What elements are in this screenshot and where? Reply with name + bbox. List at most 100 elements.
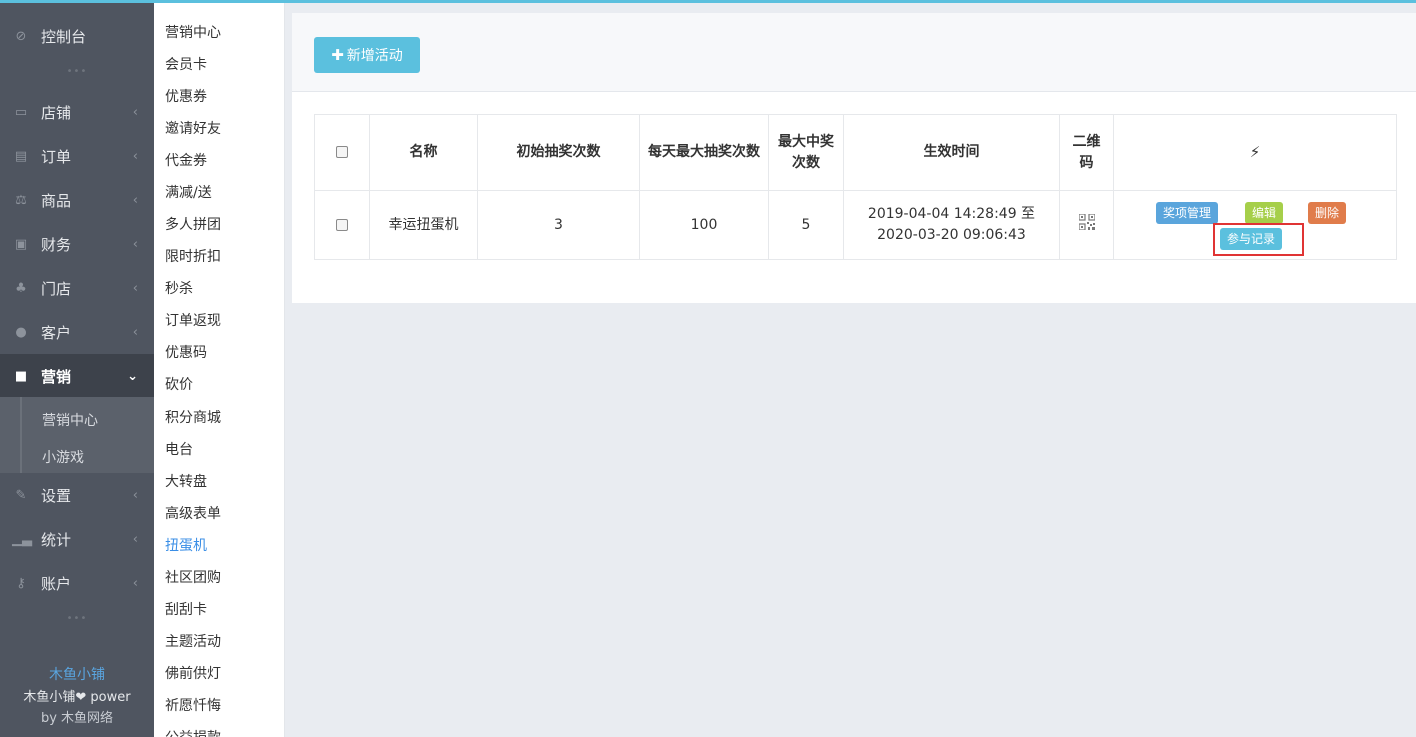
sidebar-item-products[interactable]: ⚖ 商品 ‹ <box>0 178 154 222</box>
submenu-item[interactable]: 订单返现 <box>165 310 221 330</box>
prize-management-button[interactable]: 奖项管理 <box>1156 202 1219 224</box>
sidebar-item-account[interactable]: ⚷ 账户 ‹ <box>0 561 154 605</box>
chevron-left-icon: ‹ <box>132 148 138 164</box>
sidebar-item-dashboard[interactable]: ⊘ 控制台 <box>0 14 154 58</box>
col-header-effective-time: 生效时间 <box>843 114 1060 191</box>
col-header-max-wins: 最大中奖次数 <box>768 114 844 191</box>
cell-effective-time: 2019-04-04 14:28:49 至 2020-03-20 09:06:4… <box>843 190 1060 260</box>
sidebar-subitem-mini-games[interactable]: 小游戏 <box>42 447 84 467</box>
sidebar-item-statistics[interactable]: ▁▃ 统计 ‹ <box>0 517 154 561</box>
sidebar-item-label: 订单 <box>41 147 72 166</box>
sidebar-item-finance[interactable]: ▣ 财务 ‹ <box>0 222 154 266</box>
sidebar-item-label: 客户 <box>41 323 72 342</box>
scale-icon: ⚖ <box>15 192 27 208</box>
sidebar-item-label: 账户 <box>41 574 72 593</box>
time-start: 2019-04-04 14:28:49 至 <box>867 206 1036 222</box>
time-end: 2020-03-20 09:06:43 <box>877 227 1026 243</box>
users-icon: ● <box>15 324 27 340</box>
submenu-item[interactable]: 优惠券 <box>165 86 207 106</box>
submenu-item[interactable]: 高级表单 <box>165 503 221 523</box>
sidebar-item-label: 设置 <box>41 486 72 505</box>
submenu-item[interactable]: 营销中心 <box>165 22 221 42</box>
row-checkbox[interactable] <box>336 218 348 231</box>
table-header-row: 名称 初始抽奖次数 每天最大抽奖次数 最大中奖次数 生效时间 二维码 ⚡ <box>314 114 1397 191</box>
plus-icon: ✚ <box>331 46 344 64</box>
submenu-item[interactable]: 公益捐款 <box>165 727 221 737</box>
sidebar-divider-dots: ••• <box>66 66 88 77</box>
col-header-initial-draws: 初始抽奖次数 <box>477 114 640 191</box>
key-icon: ⚷ <box>16 575 26 591</box>
chevron-left-icon: ‹ <box>132 324 138 340</box>
sidebar-item-label: 门店 <box>41 279 72 298</box>
row-select-cell <box>314 190 370 260</box>
submenu-item[interactable]: 满减/送 <box>165 182 212 202</box>
chevron-left-icon: ‹ <box>132 531 138 547</box>
submenu-item[interactable]: 多人拼团 <box>165 214 221 234</box>
sidebar-item-label: 店铺 <box>41 103 72 122</box>
sidebar-item-label: 营销 <box>41 367 72 386</box>
edit-button[interactable]: 编辑 <box>1245 202 1284 224</box>
content-panel: ✚ 新增活动 名称 初始抽奖次数 每天最大抽奖次数 最大中奖次数 生效时间 二维… <box>292 13 1416 303</box>
cell-name: 幸运扭蛋机 <box>369 190 478 260</box>
submenu-guide-line <box>20 397 22 473</box>
chevron-left-icon: ‹ <box>132 236 138 252</box>
dashboard-icon: ⊘ <box>15 28 27 44</box>
footer-power-text: 木鱼小铺❤ power <box>23 690 131 705</box>
submenu-item[interactable]: 大转盘 <box>165 471 207 491</box>
cell-max-wins: 5 <box>768 190 844 260</box>
submenu-item[interactable]: 佛前供灯 <box>165 663 221 683</box>
marketing-submenu: 营销中心 会员卡 优惠券 邀请好友 代金券 满减/送 多人拼团 限时折扣 秒杀 … <box>154 3 285 737</box>
delete-button[interactable]: 删除 <box>1308 202 1347 224</box>
shop-icon: ▭ <box>14 104 28 120</box>
chevron-left-icon: ‹ <box>132 280 138 296</box>
submenu-item[interactable]: 社区团购 <box>165 567 221 587</box>
add-activity-button[interactable]: ✚ 新增活动 <box>314 37 420 73</box>
sidebar-item-marketing[interactable]: ■ 营销 ⌄ <box>0 354 154 398</box>
highlight-box <box>1213 223 1304 256</box>
signal-icon: ▁▃ <box>12 531 32 547</box>
col-header-name: 名称 <box>369 114 478 191</box>
sidebar-item-shop[interactable]: ▭ 店铺 ‹ <box>0 90 154 134</box>
cell-actions: 奖项管理 编辑 删除 参与记录 <box>1113 190 1397 260</box>
sidebar-item-label: 控制台 <box>41 27 87 46</box>
submenu-item[interactable]: 积分商城 <box>165 407 221 427</box>
chevron-left-icon: ‹ <box>132 104 138 120</box>
sidebar-item-customers[interactable]: ● 客户 ‹ <box>0 310 154 354</box>
submenu-item[interactable]: 祈愿忏悔 <box>165 695 221 715</box>
chevron-left-icon: ‹ <box>132 575 138 591</box>
cell-daily-max-draws: 100 <box>639 190 769 260</box>
sidebar-item-orders[interactable]: ▤ 订单 ‹ <box>0 134 154 178</box>
col-header-daily-max-draws: 每天最大抽奖次数 <box>639 114 769 191</box>
submenu-item[interactable]: 优惠码 <box>165 342 207 362</box>
cell-qrcode <box>1059 190 1114 260</box>
footer-brand-link[interactable]: 木鱼小铺 <box>0 664 154 684</box>
money-icon: ▣ <box>14 236 28 252</box>
sidebar-divider-dots: ••• <box>66 613 88 624</box>
qrcode-icon[interactable] <box>1078 213 1095 230</box>
wrench-icon: ✎ <box>15 487 27 503</box>
submenu-item[interactable]: 主题活动 <box>165 631 221 651</box>
submenu-item[interactable]: 代金券 <box>165 150 207 170</box>
select-all-checkbox[interactable] <box>336 146 348 158</box>
gift-icon: ■ <box>14 368 28 384</box>
col-header-qrcode: 二维码 <box>1059 114 1114 191</box>
col-header-actions: ⚡ <box>1113 114 1397 191</box>
panel-toolbar: ✚ 新增活动 <box>292 13 1416 92</box>
submenu-item[interactable]: 电台 <box>165 439 193 459</box>
sidebar-item-settings[interactable]: ✎ 设置 ‹ <box>0 473 154 517</box>
sidebar-subitem-marketing-center[interactable]: 营销中心 <box>42 410 98 430</box>
submenu-item[interactable]: 砍价 <box>165 374 193 394</box>
submenu-item[interactable]: 会员卡 <box>165 54 207 74</box>
table-row: 幸运扭蛋机 3 100 5 2019-04-04 14:28:49 至 2020… <box>314 190 1397 260</box>
chevron-left-icon: ‹ <box>132 487 138 503</box>
actions-group: 奖项管理 编辑 删除 参与记录 <box>1114 191 1396 259</box>
order-icon: ▤ <box>14 148 28 164</box>
sidebar-item-stores[interactable]: ♣ 门店 ‹ <box>0 266 154 310</box>
submenu-item[interactable]: 秒杀 <box>165 278 193 298</box>
submenu-item[interactable]: 限时折扣 <box>165 246 221 266</box>
submenu-item[interactable]: 邀请好友 <box>165 118 221 138</box>
sidebar-item-label: 统计 <box>41 530 72 549</box>
top-accent-bar <box>0 0 1416 3</box>
submenu-item[interactable]: 刮刮卡 <box>165 599 207 619</box>
submenu-item-current[interactable]: 扭蛋机 <box>165 535 207 555</box>
